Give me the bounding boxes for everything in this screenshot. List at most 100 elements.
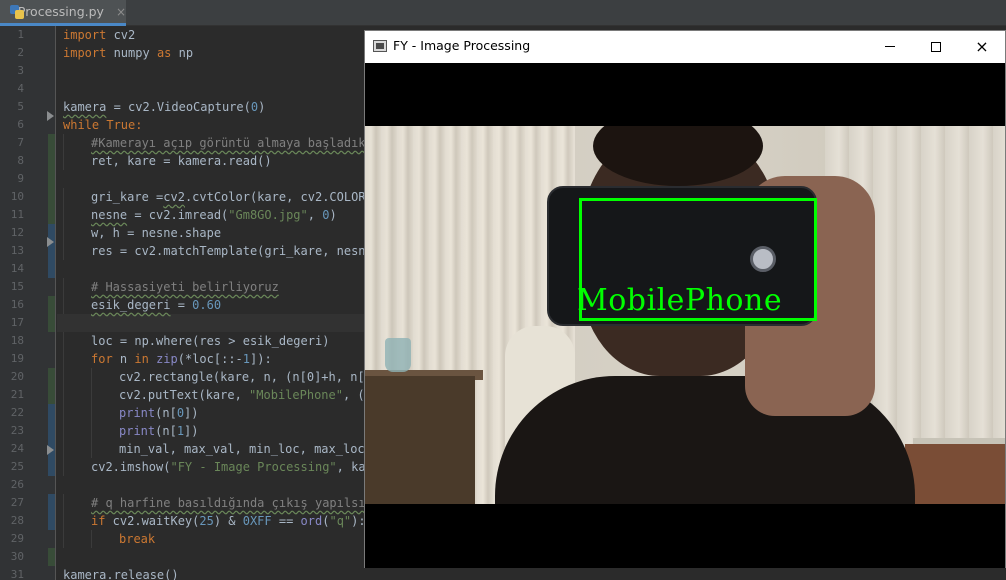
minimize-icon [885,46,895,47]
code-line-11: nesne = cv2.imread("Gm8GO.jpg", 0) [63,206,337,224]
line-number: 23 [10,424,24,437]
vcs-change-marker[interactable] [48,296,55,332]
builtin-token: ord [300,514,323,528]
line-number: 20 [10,370,24,383]
code-line-19: for n in zip(*loc[::-1]): [63,350,272,368]
window-titlebar[interactable]: FY - Image Processing × [365,31,1005,62]
keyword-token: break [119,532,156,546]
code-token: res = cv2.matchTemplate(gri_kare, nesne [91,244,373,258]
code-token: ) [329,208,337,222]
window-title: FY - Image Processing [393,38,531,53]
line-number: 21 [10,388,24,401]
code-token: .cvtColor(kare, cv2.COLOR_ [184,190,373,204]
code-token: ) [258,100,266,114]
string-token: "q" [329,514,352,528]
code-token: min_val, max_val, min_loc, max_loc [119,442,365,456]
code-line-6: while True: [63,116,143,134]
code-token: cv2.rectangle(kare, n, (n[0]+h, n[1 [119,370,372,384]
code-token: esik_degeri [91,298,171,312]
code-line-21: cv2.putText(kare, "MobilePhone", (n [63,386,372,404]
maximize-button[interactable] [913,31,959,62]
webcam-image: MobilePhone [365,126,1005,504]
vcs-change-marker[interactable] [48,548,55,566]
fold-arrow-icon[interactable] [47,445,54,455]
vcs-change-marker[interactable] [48,134,55,224]
line-number: 30 [10,550,24,563]
code-line-8: ret, kare = kamera.read() [63,152,272,170]
code-token: numpy [106,46,157,60]
string-token: "FY - Image Processing" [170,460,337,474]
app-window-icon [373,40,387,52]
code-line-27: # q harfine basıldığında çıkış yapılsın [63,494,373,512]
fold-arrow-icon[interactable] [47,237,54,247]
code-line-1: import cv2 [63,26,135,44]
vcs-change-marker[interactable] [48,404,55,476]
close-window-button[interactable]: × [959,31,1005,62]
builtin-token: print [119,424,156,438]
code-line-18: loc = np.where(res > esik_degeri) [63,332,329,350]
line-number: 22 [10,406,24,419]
line-number: 28 [10,514,24,527]
line-number: 7 [17,136,24,149]
code-token: kamera [63,100,107,114]
vcs-change-marker[interactable] [48,494,55,530]
code-token: , [307,208,323,222]
code-line-28: if cv2.waitKey(25) & 0XFF == ord("q"): [63,512,366,530]
keyword-token: import [63,46,107,60]
code-token: ret, kare = kamera.read() [91,154,272,168]
keyword-token: for [91,352,113,366]
line-number: 18 [10,334,24,347]
line-number: 26 [10,478,24,491]
code-token: (*loc[::- [177,352,243,366]
line-number: 1 [17,28,24,41]
line-number: 4 [17,82,24,95]
line-number: 16 [10,298,24,311]
code-token: = cv2.VideoCapture( [106,100,251,114]
code-token: ]): [250,352,272,366]
comment-token: # q harfine basıldığında çıkış yapılsın [91,496,373,510]
number-token: 0 [250,100,259,114]
code-token: : [135,118,143,132]
code-token: cv2.putText(kare, [119,388,250,402]
code-token: == [271,514,301,528]
code-token: np [171,46,194,60]
vcs-change-marker[interactable] [48,368,55,404]
code-line-13: res = cv2.matchTemplate(gri_kare, nesne [63,242,373,260]
line-number: 14 [10,262,24,275]
code-token: ]) [184,406,199,420]
string-token: "Gm8GO.jpg" [228,208,308,222]
line-number: 10 [10,190,24,203]
line-number: 29 [10,532,24,545]
maximize-icon [931,41,941,52]
code-line-5: kamera = cv2.VideoCapture(0) [63,98,265,116]
line-number: 6 [17,118,24,131]
builtin-token: print [119,406,156,420]
opencv-window[interactable]: FY - Image Processing × MobilePhone [364,30,1006,568]
line-number: 19 [10,352,24,365]
video-frame: MobilePhone [365,63,1005,568]
code-token: n [112,352,135,366]
number-token: 25 [199,514,214,528]
minimize-button[interactable] [867,31,913,62]
line-number: 31 [10,568,24,580]
line-number: 24 [10,442,24,455]
close-tab-icon[interactable]: × [116,5,126,19]
line-number: 11 [10,208,24,221]
number-token: 0XFF [242,514,272,528]
close-icon: × [975,36,989,56]
keyword-token: import [63,28,107,42]
number-token: 0 [176,406,185,420]
code-line-22: print(n[0]) [63,404,199,422]
line-number: 25 [10,460,24,473]
file-tab[interactable]: IProcessing.py × [0,0,126,26]
keyword-token: in [134,352,149,366]
line-number: 9 [17,172,24,185]
code-token: = cv2.imread( [127,208,229,222]
fold-arrow-icon[interactable] [47,111,54,121]
line-number-gutter: 1 2 3 4 5 6 7 8 9 10 11 12 13 14 15 16 1… [0,26,56,580]
line-number: 8 [17,154,24,167]
code-token: gri_kare = [91,190,164,204]
vcs-change-marker[interactable] [48,224,55,278]
comment-token: #Kamerayı açıp görüntü almaya başladık [91,136,366,150]
number-token: 0.60 [192,298,222,312]
